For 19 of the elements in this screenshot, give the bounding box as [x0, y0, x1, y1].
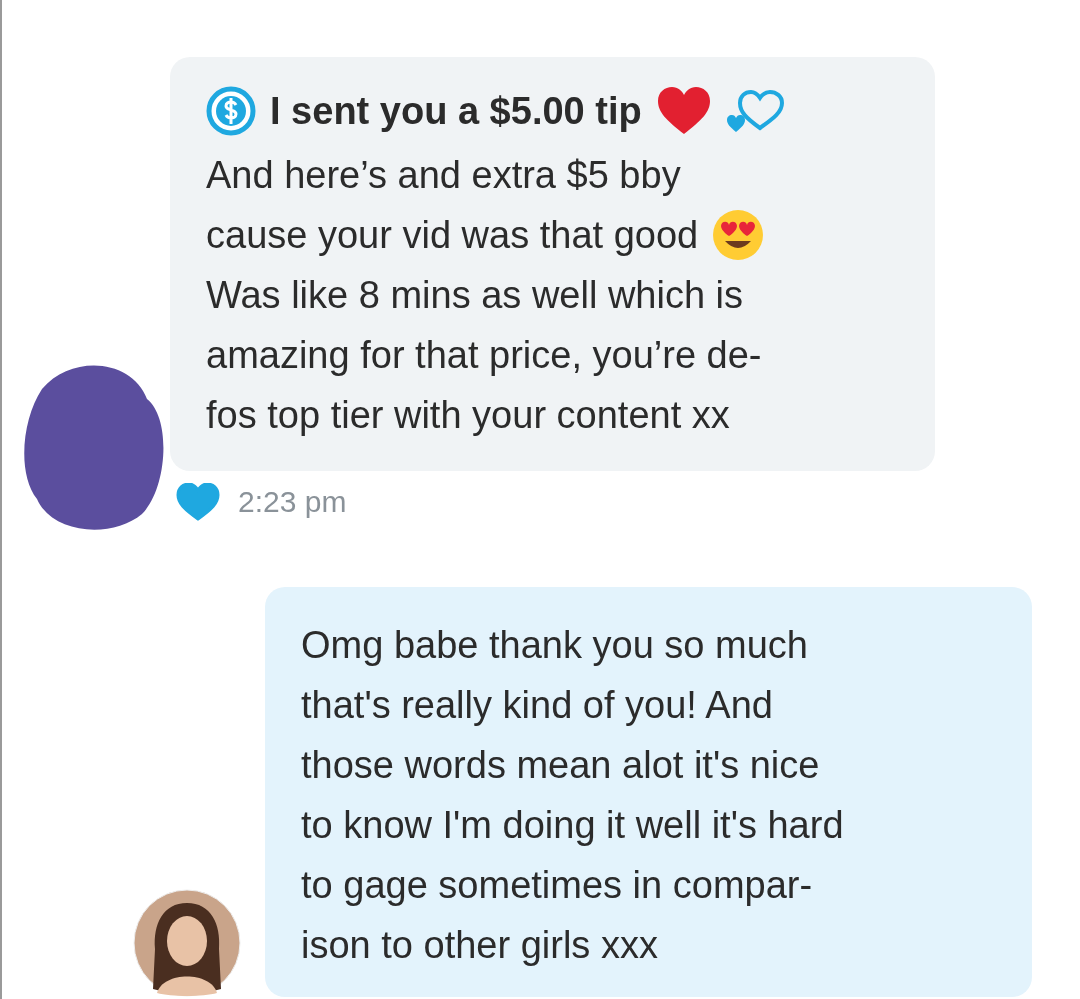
message-text: fos top tier with your content xx [206, 393, 731, 438]
message-text: to gage sometimes in compar- [301, 863, 814, 908]
hearts-icon [725, 88, 786, 134]
message-text: cause your vid was that good [206, 213, 699, 258]
message-text: Was like 8 mins as well which is [206, 273, 745, 318]
message-text: those words mean alot it's nice [301, 743, 821, 788]
message-text: that's really kind of you! And [301, 683, 774, 728]
dollar-icon [206, 86, 256, 136]
message-text: Omg babe thank you so much [301, 623, 809, 668]
avatar[interactable] [133, 889, 241, 997]
tip-text: I sent you a $5.00 tip [270, 89, 642, 134]
message-text: And here’s and extra $5 bby [206, 153, 682, 198]
heart-eyes-emoji-icon [712, 209, 765, 261]
message-text: to know I'm doing it well it's hard [301, 803, 845, 848]
message-text: amazing for that price, you’re de- [206, 333, 763, 378]
message-text: ison to other girls xxx [301, 923, 659, 968]
message-time: 2:23 pm [238, 485, 347, 519]
heart-icon [655, 86, 712, 136]
liked-heart-icon[interactable] [176, 483, 220, 521]
